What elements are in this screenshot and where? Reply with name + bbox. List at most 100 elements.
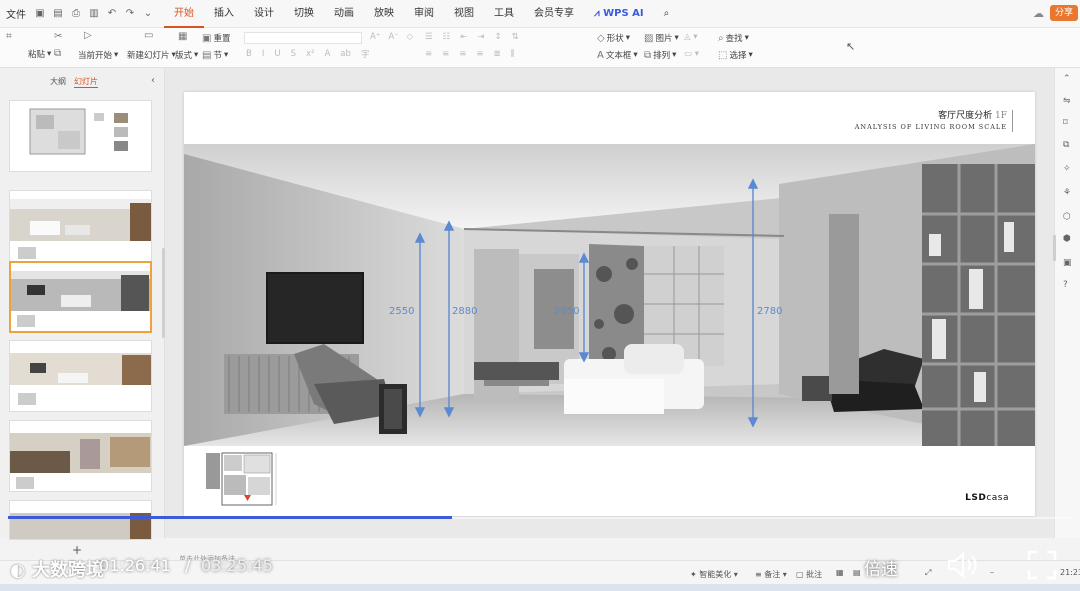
- superscript-icon[interactable]: x²: [306, 49, 314, 59]
- print-icon[interactable]: ⎙: [70, 8, 82, 19]
- section-button[interactable]: ▤ 节 ▾: [202, 49, 228, 62]
- template-icon[interactable]: ⬡: [1063, 212, 1071, 222]
- slide-thumbnail[interactable]: [9, 340, 152, 412]
- redo-icon[interactable]: ↷: [124, 8, 136, 19]
- help-icon[interactable]: ?: [1063, 280, 1068, 290]
- indent-decrease-icon[interactable]: ⇤: [460, 32, 467, 42]
- tag-icon[interactable]: ⌑: [1063, 118, 1068, 128]
- tab-home[interactable]: 开始: [164, 0, 204, 28]
- fill-icon[interactable]: ◬ ▾: [684, 32, 698, 42]
- volume-icon[interactable]: [946, 551, 980, 579]
- highlight-icon[interactable]: ab: [340, 49, 351, 59]
- collapse-pane-icon[interactable]: ‹: [151, 75, 155, 86]
- playback-speed-button[interactable]: 倍速: [864, 555, 898, 580]
- transition-icon[interactable]: ⚘: [1063, 188, 1071, 198]
- copy-button[interactable]: ⧉: [54, 48, 61, 59]
- undo-icon[interactable]: ↶: [106, 8, 118, 19]
- line-spacing-icon[interactable]: ↕: [495, 32, 502, 42]
- textbox-button[interactable]: A 文本框 ▾: [597, 49, 638, 62]
- select-button[interactable]: ⬚ 选择 ▾: [718, 49, 753, 62]
- new-slide-icon[interactable]: ▭: [144, 30, 153, 41]
- settings-icon[interactable]: ▣: [1063, 258, 1072, 268]
- cloud-sync-icon[interactable]: ☁: [1033, 7, 1044, 20]
- slide-thumbnail[interactable]: [9, 190, 152, 262]
- strikethrough-icon[interactable]: S: [291, 49, 296, 59]
- chevron-down-icon: ▾: [748, 50, 753, 60]
- picture-button[interactable]: ▨ 图片 ▾: [644, 32, 679, 45]
- share-button[interactable]: 分享: [1050, 5, 1078, 21]
- slide-thumbnail[interactable]: [9, 500, 152, 540]
- find-button[interactable]: ⌕ 查找 ▾: [718, 32, 749, 45]
- bullet-list-icon[interactable]: ☰: [425, 32, 433, 42]
- text-direction-icon[interactable]: ⇅: [512, 32, 519, 42]
- tab-outline[interactable]: 大纲: [50, 76, 66, 88]
- tab-animations[interactable]: 动画: [324, 0, 364, 28]
- comment-button[interactable]: ▢ 批注: [796, 569, 822, 580]
- tab-slides[interactable]: 幻灯片: [74, 76, 98, 88]
- slide-thumbnail[interactable]: [9, 100, 152, 172]
- chevron-down-icon[interactable]: ⌄: [142, 8, 154, 19]
- indent-increase-icon[interactable]: ⇥: [477, 32, 484, 42]
- file-menu[interactable]: 文件: [6, 6, 26, 21]
- tab-design[interactable]: 设计: [244, 0, 284, 28]
- canvas-scrollbar[interactable]: [1053, 235, 1056, 261]
- normal-view-icon[interactable]: ▦: [836, 568, 844, 577]
- clear-format-icon[interactable]: ◇: [407, 32, 414, 42]
- current-slide[interactable]: 客厅尺度分析 1F ANALYSIS OF LIVING ROOM SCALE: [184, 92, 1035, 516]
- tab-view[interactable]: 视图: [444, 0, 484, 28]
- fullscreen-icon[interactable]: [1027, 550, 1057, 580]
- underline-icon[interactable]: U: [274, 49, 280, 59]
- align-center-icon[interactable]: ≡: [442, 49, 449, 59]
- reset-button[interactable]: ▣ 重置: [202, 32, 230, 45]
- align-right-icon[interactable]: ≡: [459, 49, 466, 59]
- paste-button[interactable]: 粘贴 ▾: [28, 48, 51, 60]
- export-pdf-icon[interactable]: ▤: [52, 8, 64, 19]
- sorter-view-icon[interactable]: ▤: [853, 568, 861, 577]
- columns-icon[interactable]: ⫼: [511, 49, 515, 59]
- layout-button[interactable]: 版式 ▾: [175, 49, 198, 61]
- tab-wps-ai[interactable]: ⩘ WPS AI: [584, 0, 654, 28]
- cut-button[interactable]: ✂: [54, 31, 62, 42]
- chevron-up-icon[interactable]: ⌃: [1063, 74, 1071, 84]
- notes-button[interactable]: ≡ 备注 ▾: [755, 569, 787, 580]
- copy-icon[interactable]: ⧉: [1063, 140, 1069, 150]
- tab-review[interactable]: 审阅: [404, 0, 444, 28]
- add-slide-icon[interactable]: +: [72, 543, 82, 557]
- justify-icon[interactable]: ≡: [476, 49, 483, 59]
- smart-beautify-button[interactable]: ✦ 智能美化 ▾: [690, 569, 738, 580]
- slide-thumbnail-selected[interactable]: [9, 261, 152, 333]
- layout-icon[interactable]: ▦: [178, 31, 187, 42]
- arrange-button[interactable]: ⧉ 排列 ▾: [644, 49, 676, 62]
- tab-member[interactable]: 会员专享: [524, 0, 584, 28]
- shape-button[interactable]: ◇ 形状 ▾: [597, 32, 630, 45]
- tab-insert[interactable]: 插入: [204, 0, 244, 28]
- slide-thumbnail[interactable]: [9, 420, 152, 492]
- shrink-font-icon[interactable]: A⁻: [388, 32, 398, 42]
- fit-window-icon[interactable]: ⤢: [925, 568, 931, 578]
- notes-area[interactable]: 单击此处添加备注: [165, 538, 1054, 563]
- save-icon[interactable]: ▣: [34, 8, 46, 19]
- numbered-list-icon[interactable]: ☷: [443, 32, 451, 42]
- search-icon[interactable]: ⌕: [654, 0, 680, 28]
- new-slide-button[interactable]: 新建幻灯片 ▾: [127, 49, 176, 61]
- font-name-select[interactable]: [244, 32, 362, 44]
- tab-transitions[interactable]: 切换: [284, 0, 324, 28]
- outline-icon[interactable]: ▭ ▾: [684, 49, 699, 59]
- play-icon[interactable]: ▷: [84, 30, 92, 41]
- char-spacing-icon[interactable]: 字: [361, 48, 370, 60]
- align-left-icon[interactable]: ≡: [425, 49, 432, 59]
- text-color-icon[interactable]: A: [324, 49, 330, 59]
- animation-icon[interactable]: ✧: [1063, 164, 1071, 174]
- distribute-icon[interactable]: ≣: [494, 49, 501, 59]
- italic-icon[interactable]: I: [262, 49, 265, 59]
- print-preview-icon[interactable]: ▥: [88, 8, 100, 19]
- backup-icon[interactable]: ⬢: [1063, 234, 1071, 244]
- tab-tools[interactable]: 工具: [484, 0, 524, 28]
- bold-icon[interactable]: B: [246, 49, 252, 59]
- property-icon[interactable]: ⇋: [1063, 96, 1071, 106]
- grow-font-icon[interactable]: A⁺: [370, 32, 380, 42]
- format-painter-group[interactable]: ⌗: [6, 31, 12, 42]
- start-from-current-button[interactable]: 当前开始 ▾: [78, 49, 118, 61]
- tab-slideshow[interactable]: 放映: [364, 0, 404, 28]
- zoom-out-icon[interactable]: –: [990, 568, 994, 577]
